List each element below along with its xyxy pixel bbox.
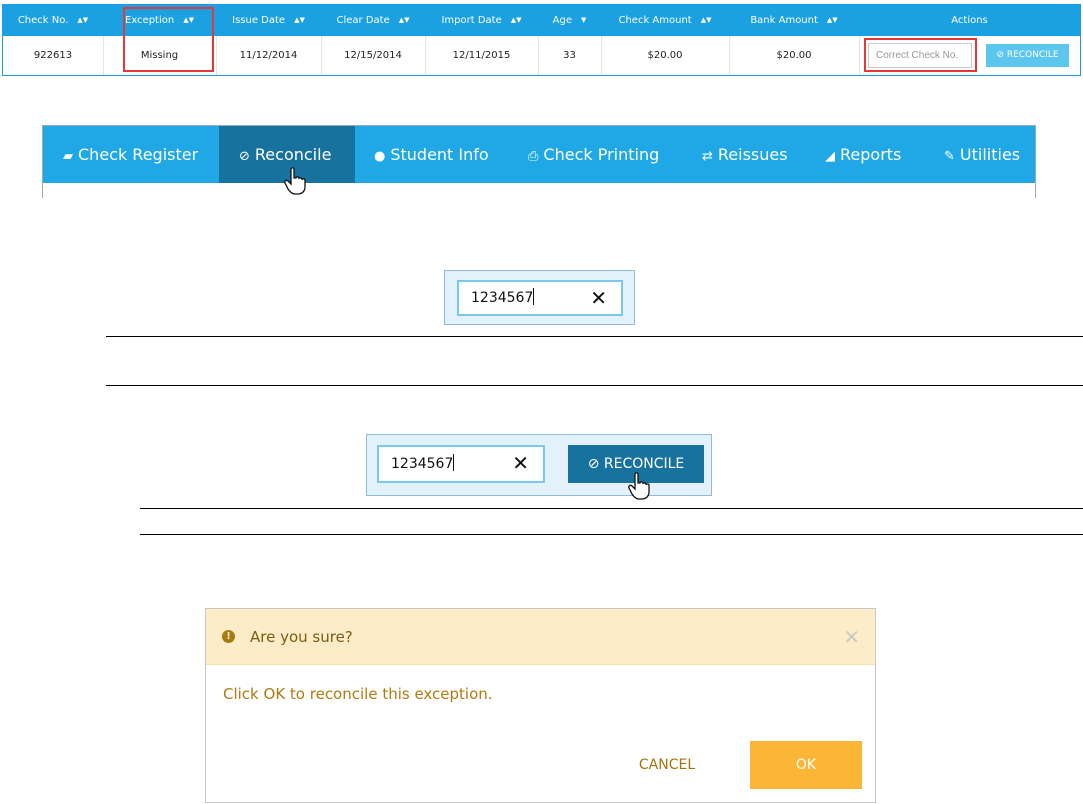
dialog-header: ! Are you sure? ✕ <box>206 609 875 665</box>
check-circle-icon: ⊘ <box>587 456 604 472</box>
col-header-actions: Actions <box>951 15 988 26</box>
sort-icon: ▲▼ <box>77 16 89 24</box>
check-circle-icon: ⊘ <box>239 149 250 164</box>
dialog-title: Are you sure? <box>250 628 353 646</box>
check-input-example: 1234567 ✕ <box>444 270 635 325</box>
clear-x-icon[interactable]: ✕ <box>590 282 607 314</box>
cell-import-date: 12/11/2015 <box>452 50 511 61</box>
cell-check-no: 922613 <box>33 50 73 61</box>
col-header-check-amount[interactable]: Check Amount ▲▼ <box>601 5 729 36</box>
nav-item-check-register[interactable]: ▰ Check Register <box>43 126 219 183</box>
sort-icon: ▲▼ <box>826 16 838 24</box>
col-header-issue-date[interactable]: Issue Date ▲▼ <box>216 5 321 36</box>
sort-icon: ▲▼ <box>510 16 522 24</box>
sort-icon: ▲▼ <box>398 16 410 24</box>
wrench-icon: ✎ <box>944 149 955 164</box>
text-caret <box>453 454 455 471</box>
confirm-dialog: ! Are you sure? ✕ Click OK to reconcile … <box>205 608 876 803</box>
printer-icon: ⎙ <box>528 149 539 164</box>
cell-age: 33 <box>563 50 576 61</box>
text-caret <box>533 288 535 305</box>
exception-highlight-box <box>123 7 214 72</box>
check-number-input[interactable]: 1234567 ✕ <box>457 280 623 316</box>
hand-pointer-icon <box>284 167 306 195</box>
col-header-clear-date[interactable]: Clear Date ▲▼ <box>321 5 425 36</box>
cell-divider <box>859 36 860 75</box>
reconcile-input-example: 1234567 ✕ ⊘ RECONCILE <box>366 434 712 496</box>
clear-x-icon[interactable]: ✕ <box>512 447 529 479</box>
cell-clear-date: 12/15/2014 <box>344 50 402 61</box>
user-icon: ● <box>374 149 386 164</box>
divider-line <box>106 336 1083 337</box>
divider-line <box>140 508 1083 509</box>
nav-item-reports[interactable]: ◢ Reports <box>806 126 926 183</box>
nav-bar: ▰ Check Register ⊘ Reconcile ● Student Info… <box>43 126 1035 183</box>
divider-line <box>140 534 1083 535</box>
close-icon[interactable]: ✕ <box>843 609 860 665</box>
dialog-message: Click OK to reconcile this exception. <box>223 685 493 703</box>
book-icon: ▰ <box>63 149 73 164</box>
reconcile-button-small[interactable]: ⊘ RECONCILE <box>986 44 1069 67</box>
hand-pointer-icon <box>628 472 650 500</box>
sort-icon: ▲▼ <box>700 16 712 24</box>
divider-line <box>106 385 1083 386</box>
check-circle-icon: ⊘ <box>996 50 1007 60</box>
cell-bank-amount: $20.00 <box>776 50 812 61</box>
sort-icon: ▲▼ <box>294 16 305 24</box>
warning-icon: ! <box>222 630 235 643</box>
col-header-age[interactable]: Age ▼ <box>538 5 601 36</box>
col-header-check-no[interactable]: Check No. ▲▼ <box>3 5 103 36</box>
cell-issue-date: 11/12/2014 <box>239 50 298 61</box>
nav-item-student-info[interactable]: ● Student Info <box>355 126 510 183</box>
col-header-import-date[interactable]: Import Date ▲▼ <box>425 5 538 36</box>
input-highlight-box <box>864 38 977 72</box>
cell-check-amount: $20.00 <box>647 50 683 61</box>
ok-button[interactable]: OK <box>750 741 862 789</box>
check-number-input[interactable]: 1234567 ✕ <box>377 445 545 483</box>
nav-strip <box>43 183 1035 198</box>
nav-item-utilities[interactable]: ✎ Utilities <box>926 126 1036 183</box>
cancel-button[interactable]: CANCEL <box>634 742 700 788</box>
area-chart-icon: ◢ <box>825 149 835 164</box>
main-nav: ▰ Check Register ⊘ Reconcile ● Student Info… <box>42 125 1036 198</box>
col-header-bank-amount[interactable]: Bank Amount ▲▼ <box>729 5 859 36</box>
retweet-icon: ⇄ <box>702 149 713 164</box>
nav-item-reissues[interactable]: ⇄ Reissues <box>682 126 806 183</box>
sort-desc-icon: ▼ <box>580 16 587 24</box>
nav-item-check-printing[interactable]: ⎙ Check Printing <box>510 126 682 183</box>
